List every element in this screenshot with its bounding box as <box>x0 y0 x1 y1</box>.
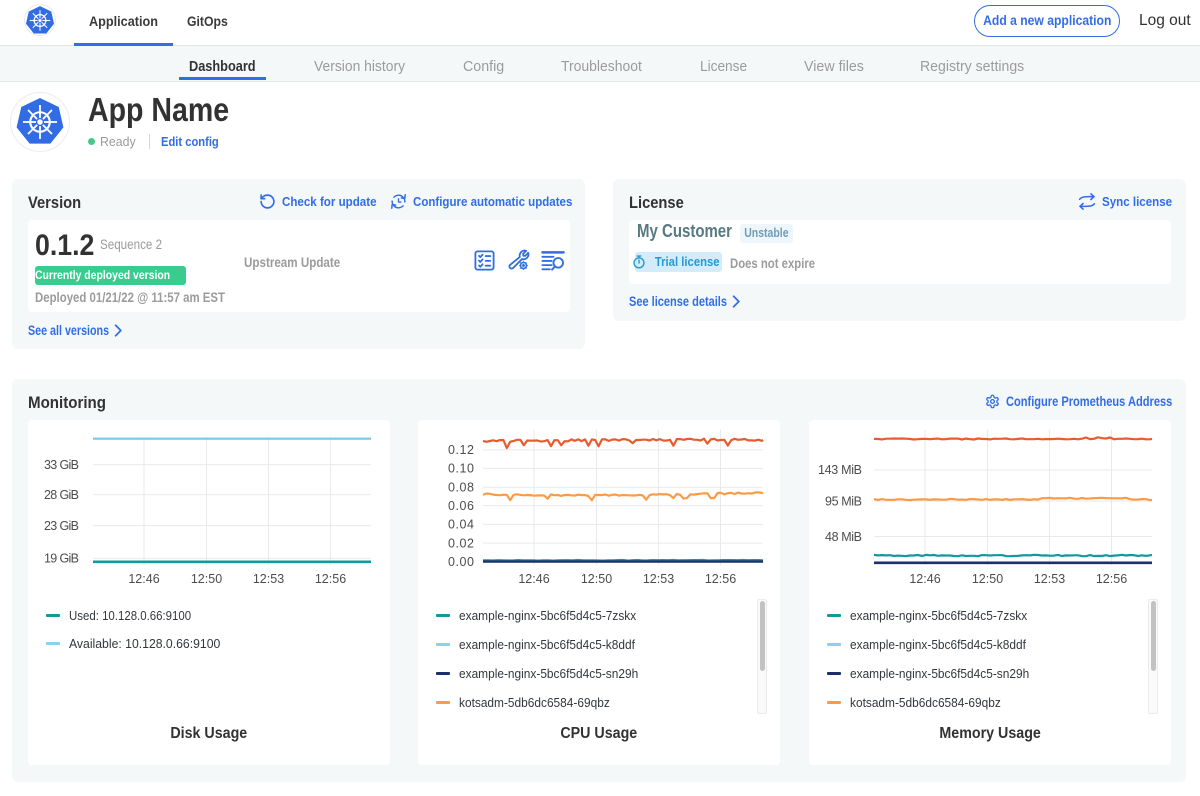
svg-text:12:56: 12:56 <box>705 572 736 586</box>
svg-text:12:53: 12:53 <box>1034 572 1065 586</box>
svg-text:28 GiB: 28 GiB <box>44 488 79 502</box>
svg-text:12:56: 12:56 <box>315 572 346 586</box>
svg-text:48 MiB: 48 MiB <box>825 530 862 544</box>
svg-text:0.04: 0.04 <box>448 518 474 532</box>
svg-text:12:50: 12:50 <box>191 572 222 586</box>
svg-text:12:56: 12:56 <box>1096 572 1127 586</box>
svg-text:0.12: 0.12 <box>448 443 474 457</box>
svg-text:0.10: 0.10 <box>448 462 474 476</box>
svg-text:0.02: 0.02 <box>448 536 474 550</box>
svg-text:0.06: 0.06 <box>448 499 474 513</box>
svg-text:19 GiB: 19 GiB <box>44 552 79 566</box>
svg-text:0.00: 0.00 <box>448 555 474 569</box>
svg-text:95 MiB: 95 MiB <box>825 494 862 508</box>
svg-text:12:46: 12:46 <box>518 572 549 586</box>
svg-text:12:53: 12:53 <box>253 572 284 586</box>
svg-text:23 GiB: 23 GiB <box>44 519 79 533</box>
svg-text:0.08: 0.08 <box>448 481 474 495</box>
svg-text:12:46: 12:46 <box>128 572 159 586</box>
svg-text:12:50: 12:50 <box>581 572 612 586</box>
svg-text:12:50: 12:50 <box>972 572 1003 586</box>
svg-text:143 MiB: 143 MiB <box>818 463 862 477</box>
svg-text:12:53: 12:53 <box>643 572 674 586</box>
svg-text:33 GiB: 33 GiB <box>44 458 79 472</box>
svg-text:12:46: 12:46 <box>909 572 940 586</box>
